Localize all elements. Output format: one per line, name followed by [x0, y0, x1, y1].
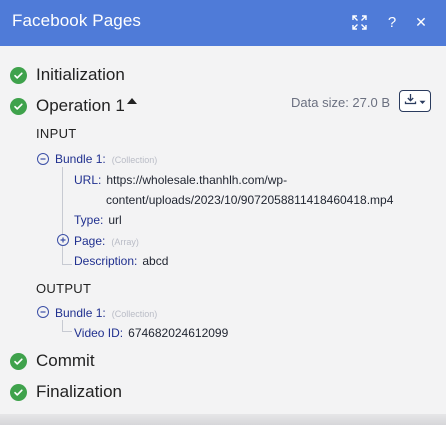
- help-icon[interactable]: ?: [383, 12, 401, 32]
- expand-toggle-icon[interactable]: [57, 234, 69, 246]
- tree-guide: [62, 167, 63, 260]
- data-size-label: Data size: 27.0 B: [291, 95, 390, 110]
- tree-guide: [62, 256, 72, 265]
- description-row: Description: abcd: [74, 254, 168, 268]
- description-key: Description:: [74, 254, 138, 268]
- collapse-caret-icon[interactable]: [127, 98, 137, 104]
- stage-commit[interactable]: Commit: [10, 351, 95, 371]
- video-id-value: 674682024612099: [128, 326, 229, 340]
- download-icon: [404, 92, 417, 110]
- stage-initialization[interactable]: Initialization: [10, 65, 125, 85]
- url-key: URL:: [74, 173, 102, 187]
- chevron-down-icon: [419, 92, 426, 110]
- url-value-continued: content/uploads/2023/10/9072058811418460…: [106, 193, 393, 207]
- footer-divider: [0, 414, 446, 425]
- description-value: abcd: [142, 254, 169, 268]
- bundle-key: Bundle 1:: [55, 152, 106, 166]
- page-row[interactable]: Page: (Array): [74, 234, 139, 248]
- check-circle-icon: [10, 66, 27, 84]
- video-id-key: Video ID:: [74, 326, 124, 340]
- modal-header: Facebook Pages ? ✕: [0, 0, 446, 46]
- url-row: URL: https://wholesale.thanhlh.com/wp-: [74, 173, 287, 187]
- stage-label: Commit: [36, 351, 95, 370]
- page-key: Page:: [74, 234, 106, 248]
- check-circle-icon: [10, 383, 27, 401]
- stage-operation[interactable]: Operation 1: [10, 96, 125, 116]
- url-value: content/uploads/2023/10/9072058811418460…: [106, 193, 394, 207]
- collapse-toggle-icon[interactable]: [37, 153, 49, 165]
- stage-finalization[interactable]: Finalization: [10, 382, 122, 402]
- collapse-toggle-icon[interactable]: [37, 306, 49, 318]
- check-circle-icon: [10, 352, 27, 370]
- page-type: (Array): [111, 237, 139, 247]
- tree-guide: [62, 320, 72, 332]
- check-circle-icon: [10, 97, 27, 115]
- bundle-key: Bundle 1:: [55, 306, 106, 320]
- input-bundle-row: Bundle 1: (Collection): [55, 152, 157, 166]
- download-button[interactable]: [399, 90, 431, 112]
- expand-icon[interactable]: [350, 12, 368, 32]
- stage-label: Operation 1: [36, 96, 125, 115]
- url-value: https://wholesale.thanhlh.com/wp-: [106, 173, 288, 187]
- close-icon[interactable]: ✕: [412, 12, 430, 32]
- type-value: url: [108, 213, 122, 227]
- video-id-row: Video ID: 674682024612099: [74, 326, 228, 340]
- modal-title: Facebook Pages: [12, 11, 141, 30]
- bundle-type: (Collection): [111, 309, 158, 319]
- output-bundle-row: Bundle 1: (Collection): [55, 306, 157, 320]
- stage-label: Finalization: [36, 382, 122, 401]
- type-row: Type: url: [74, 213, 122, 227]
- output-heading: OUTPUT: [36, 281, 92, 296]
- stage-label: Initialization: [36, 65, 125, 84]
- type-key: Type:: [74, 213, 104, 227]
- input-heading: INPUT: [36, 126, 77, 141]
- bundle-type: (Collection): [111, 155, 158, 165]
